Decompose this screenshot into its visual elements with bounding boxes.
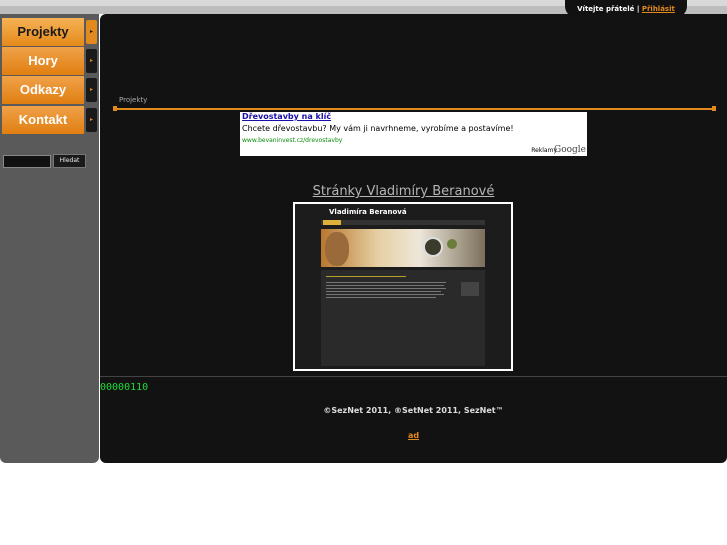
breadcrumb: Projekty [119, 96, 148, 104]
nav-label-hory[interactable]: Hory [2, 47, 84, 75]
ad-url[interactable]: www.bevaninvest.cz/drevostavby [242, 137, 342, 144]
site-title-link[interactable]: Stránky Vladimíry Beranové [100, 184, 707, 199]
nav-item-odkazy[interactable]: Odkazy ▸ [0, 76, 99, 104]
thumbnail-side-widget [461, 282, 479, 296]
thumbnail-nav [321, 220, 485, 225]
nav-label-odkazy[interactable]: Odkazy [2, 76, 84, 104]
rule-cap-right [712, 106, 716, 111]
thumbnail-bowl [447, 239, 457, 249]
chevron-right-icon[interactable]: ▸ [86, 49, 97, 73]
orange-divider [113, 108, 716, 110]
sidebar: Projekty ▸ Hory ▸ Odkazy ▸ Kontakt ▸ Hle… [0, 14, 99, 463]
visit-counter: 00000110 [100, 382, 149, 393]
nav-item-kontakt[interactable]: Kontakt ▸ [0, 106, 99, 134]
nav-label-kontakt[interactable]: Kontakt [2, 106, 84, 134]
thumbnail-text-line [326, 276, 406, 277]
google-ad-box[interactable]: Dřevostavby na klíč Chcete dřevostavbu? … [240, 112, 587, 156]
thumbnail-portrait [325, 232, 349, 266]
nav-label-projekty[interactable]: Projekty [2, 18, 84, 46]
thumbnail-text-line [326, 291, 441, 292]
footer-divider [100, 376, 727, 377]
search-input[interactable] [3, 155, 51, 168]
welcome-text: Vítejte přátelé [577, 5, 635, 13]
thumbnail-text-line [326, 285, 444, 286]
login-link[interactable]: Přihlásit [642, 5, 675, 13]
thumbnail-preview: Vladimíra Beranová [295, 204, 511, 369]
thumbnail-nav-active [323, 220, 341, 225]
nav-item-hory[interactable]: Hory ▸ [0, 47, 99, 75]
welcome-separator: | [636, 5, 640, 13]
thumbnail-text-line [326, 294, 444, 295]
nav-item-projekty[interactable]: Projekty ▸ [0, 18, 99, 46]
main-content: Projekty Dřevostavby na klíč Chcete dřev… [100, 14, 727, 463]
copyright-text: ©SezNet 2011, ®SetNet 2011, SezNet™ [323, 406, 504, 415]
ad-text: Chcete dřevostavbu? My vám ji navrhneme,… [242, 124, 514, 133]
google-logo: Google [554, 145, 586, 155]
chevron-right-icon[interactable]: ▸ [86, 20, 97, 44]
ad-link[interactable]: ad [100, 431, 727, 440]
thumbnail-title: Vladimíra Beranová [329, 208, 407, 216]
ad-title-link[interactable]: Dřevostavby na klíč [242, 112, 331, 121]
chevron-right-icon[interactable]: ▸ [86, 78, 97, 102]
thumbnail-text-line [326, 288, 446, 289]
chevron-right-icon[interactable]: ▸ [86, 108, 97, 132]
search-button[interactable]: Hledat [53, 154, 86, 168]
thumbnail-text-line [326, 297, 436, 298]
thumbnail-text-line [326, 282, 446, 283]
thumbnail-cup [423, 237, 443, 257]
site-thumbnail[interactable]: Vladimíra Beranová [293, 202, 513, 371]
